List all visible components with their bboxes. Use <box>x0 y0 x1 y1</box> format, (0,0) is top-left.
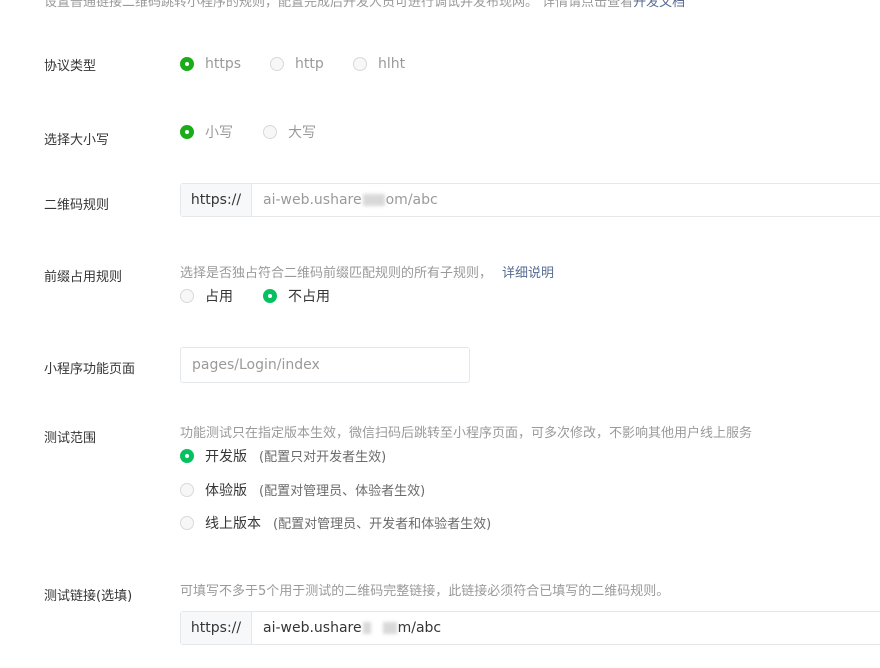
radio-label: https <box>205 56 242 72</box>
radio-unchecked-icon <box>180 289 194 303</box>
radio-label: 开发版 <box>205 449 247 465</box>
radio-unchecked-icon <box>270 57 284 71</box>
dev-docs-link[interactable]: 开发文档 <box>633 0 685 10</box>
radio-note: (配置对管理员、体验者生效) <box>259 484 426 499</box>
test-link-value-end: m/abc <box>397 620 442 636</box>
radio-http[interactable]: http <box>270 56 324 72</box>
details-link[interactable]: 详细说明 <box>502 266 554 281</box>
test-link-value-start: ai-web.ushare <box>263 620 362 636</box>
test-link-label: 测试链接(选填) <box>44 589 133 604</box>
radio-checked-icon <box>263 289 277 303</box>
redacted-blur <box>362 194 385 206</box>
prefix-rule-hint-text: 选择是否独占符合二维码前缀匹配规则的所有子规则， <box>180 266 493 281</box>
url-prefix: https:// <box>181 612 252 644</box>
radio-label: 体验版 <box>205 483 247 499</box>
radio-not-occupy[interactable]: 不占用 <box>263 286 330 306</box>
test-link-hint: 可填写不多于5个用于测试的二维码完整链接，此链接必须符合已填写的二维码规则。 <box>180 584 670 599</box>
radio-label: hlht <box>378 56 406 72</box>
radio-https[interactable]: https <box>180 56 241 72</box>
url-prefix: https:// <box>181 184 252 216</box>
intro-description: 设置普通链接二维码跳转小程序的规则，配置完成后开发人员可进行调试并发布现网。 详… <box>44 0 634 10</box>
scope-hint: 功能测试只在指定版本生效，微信扫码后跳转至小程序页面，可多次修改，不影响其他用户… <box>180 426 753 441</box>
radio-label: 小写 <box>205 125 233 141</box>
case-label: 选择大小写 <box>44 133 110 148</box>
radio-label: 线上版本 <box>205 516 261 532</box>
test-link-input[interactable]: https:// ai-web.ushare m/abc <box>180 611 880 645</box>
radio-unchecked-icon <box>180 516 194 530</box>
radio-label: 大写 <box>288 125 316 141</box>
radio-uppercase[interactable]: 大写 <box>263 122 316 142</box>
prefix-rule-hint: 选择是否独占符合二维码前缀匹配规则的所有子规则， 详细说明 <box>180 262 554 281</box>
radio-unchecked-icon <box>263 125 277 139</box>
radio-note: (配置对管理员、开发者和体验者生效) <box>273 517 492 532</box>
radio-trial-version[interactable]: 体验版 (配置对管理员、体验者生效) <box>180 480 425 500</box>
intro-text: 设置普通链接二维码跳转小程序的规则，配置完成后开发人员可进行调试并发布现网。 详… <box>44 0 685 10</box>
radio-label: 不占用 <box>288 289 330 305</box>
radio-hlht[interactable]: hlht <box>353 56 405 72</box>
qr-rule-label: 二维码规则 <box>44 198 110 213</box>
radio-unchecked-icon <box>353 57 367 71</box>
radio-lowercase[interactable]: 小写 <box>180 122 233 142</box>
radio-label: http <box>295 56 324 72</box>
test-link-value: ai-web.ushare m/abc <box>252 612 441 644</box>
qr-rule-value-end: om/abc <box>385 192 438 208</box>
radio-label: 占用 <box>205 289 233 305</box>
page-path-placeholder: pages/Login/index <box>192 357 320 373</box>
radio-online-version[interactable]: 线上版本 (配置对管理员、开发者和体验者生效) <box>180 513 491 533</box>
page-label: 小程序功能页面 <box>44 362 136 377</box>
protocol-label: 协议类型 <box>44 59 97 74</box>
radio-dev-version[interactable]: 开发版 (配置只对开发者生效) <box>180 446 386 466</box>
radio-checked-icon <box>180 57 194 71</box>
qr-rule-value: ai-web.ushare om/abc <box>252 184 438 216</box>
prefix-rule-label: 前缀占用规则 <box>44 270 123 285</box>
radio-note: (配置只对开发者生效) <box>259 450 387 465</box>
page-path-input[interactable]: pages/Login/index <box>180 347 470 383</box>
radio-checked-icon <box>180 125 194 139</box>
qr-rule-input[interactable]: https:// ai-web.ushare om/abc <box>180 183 880 217</box>
qr-rule-value-start: ai-web.ushare <box>263 192 362 208</box>
radio-checked-icon <box>180 449 194 463</box>
radio-unchecked-icon <box>180 483 194 497</box>
redacted-blur <box>362 622 371 634</box>
radio-occupy[interactable]: 占用 <box>180 286 233 306</box>
redacted-blur <box>382 622 397 634</box>
scope-label: 测试范围 <box>44 431 97 446</box>
